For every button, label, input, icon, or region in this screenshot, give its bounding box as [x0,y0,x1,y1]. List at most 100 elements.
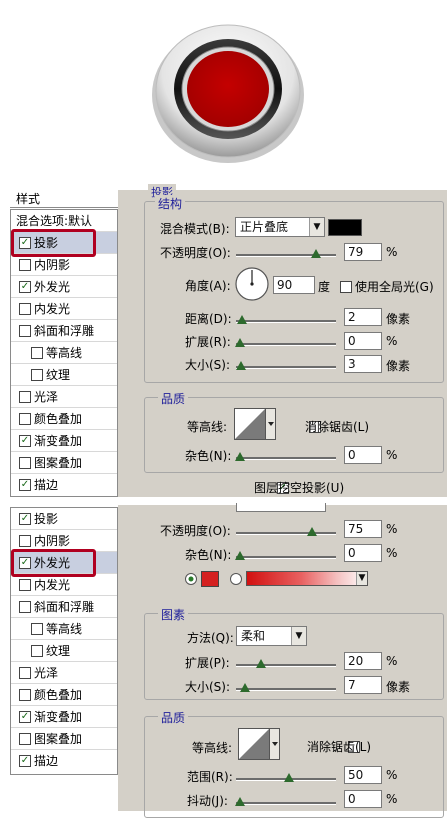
slider-knob[interactable] [235,452,245,461]
slider-knob[interactable] [235,797,245,806]
jitter-input[interactable]: 0 [344,790,382,808]
chevron-down-icon: ▼ [291,627,306,645]
size-slider[interactable] [236,361,336,371]
list-item-bevel-emboss[interactable]: 斜面和浮雕 [11,596,117,618]
checkbox-icon[interactable] [19,456,31,469]
checkbox-icon[interactable] [19,258,31,271]
spread-label: 扩展(R): [185,335,231,349]
glow-spread-input[interactable]: 20 [344,652,382,670]
list-item-color-overlay[interactable]: 颜色叠加 [11,408,117,430]
checkbox-icon[interactable] [31,346,43,359]
checkbox-icon[interactable] [19,600,31,613]
list-item-texture[interactable]: 纹理 [11,364,117,386]
slider-knob[interactable] [237,315,247,324]
antialias-label: 消除锯齿(L) [305,420,370,434]
list-item-gradient-overlay[interactable]: ✓ 渐变叠加 [11,706,117,728]
glow-size-slider[interactable] [236,683,336,693]
checkbox-icon[interactable] [19,302,31,315]
angle-dial-icon[interactable] [234,266,270,302]
shadow-color-swatch[interactable] [328,219,362,236]
list-item-texture[interactable]: 纹理 [11,640,117,662]
checkbox-icon[interactable] [19,688,31,701]
checkbox-icon[interactable] [19,412,31,425]
slider-knob[interactable] [311,249,321,258]
slider-knob[interactable] [307,527,317,536]
slider-knob[interactable] [256,659,266,668]
slider-knob[interactable] [240,683,250,692]
glow-size-input[interactable]: 7 [344,676,382,694]
checkbox-icon[interactable] [31,622,43,635]
blend-mode-select[interactable]: 正片叠底 ▼ [235,217,325,237]
list-item-stroke[interactable]: ✓ 描边 [11,474,117,496]
checkbox-icon[interactable] [19,390,31,403]
contour-preview-icon[interactable] [234,408,276,440]
checkbox-icon[interactable] [19,578,31,591]
list-item-satin[interactable]: 光泽 [11,386,117,408]
list-item-inner-glow[interactable]: 内发光 [11,298,117,320]
list-item-stroke[interactable]: ✓ 描边 [11,750,117,772]
list-item-contour[interactable]: 等高线 [11,342,117,364]
color-radio-selected-icon[interactable] [184,572,198,586]
checkbox-icon[interactable] [31,644,43,657]
glow-noise-slider[interactable] [235,551,336,561]
noise-slider[interactable] [235,452,336,462]
slider-knob[interactable] [235,551,245,560]
opacity-slider[interactable] [236,249,336,259]
list-item-label: 渐变叠加 [34,434,83,448]
glow-opacity-input[interactable]: 75 [344,520,382,538]
list-item-bevel-emboss[interactable]: 斜面和浮雕 [11,320,117,342]
checkbox-icon[interactable] [19,666,31,679]
slider-knob[interactable] [235,338,245,347]
global-light-checkbox[interactable] [340,280,352,293]
checkbox-checked-icon[interactable]: ✓ [19,280,31,293]
glow-gradient-picker[interactable]: ▼ [246,571,368,586]
list-item-drop-shadow[interactable]: ✓ 投影 [11,508,117,530]
method-select[interactable]: 柔和 ▼ [236,626,307,646]
list-item-pattern-overlay[interactable]: 图案叠加 [11,728,117,750]
checkbox-icon[interactable] [19,324,31,337]
opacity-input[interactable]: 79 [344,243,382,261]
checkbox-checked-icon[interactable]: ✓ [19,512,31,525]
list-item-label: 内发光 [34,302,71,316]
jitter-slider[interactable] [235,797,336,807]
glow-contour-preview-icon[interactable] [238,728,280,760]
distance-input[interactable]: 2 [344,308,382,326]
list-item-inner-shadow[interactable]: 内阴影 [11,254,117,276]
checkbox-checked-icon[interactable]: ✓ [19,710,31,723]
range-slider[interactable] [236,773,336,783]
list-item-label: 纹理 [46,644,71,658]
checkbox-icon[interactable] [31,368,43,381]
slider-knob[interactable] [236,361,246,370]
checkbox-icon[interactable] [19,534,31,547]
checkbox-checked-icon[interactable]: ✓ [19,434,31,447]
blend-mode-select-partial[interactable] [236,503,326,512]
list-item-satin[interactable]: 光泽 [11,662,117,684]
spread-slider[interactable] [235,338,336,348]
range-input[interactable]: 50 [344,766,382,784]
glow-spread-label: 扩展(P): [185,656,230,670]
list-item-outer-glow[interactable]: ✓ 外发光 [11,276,117,298]
size-input[interactable]: 3 [344,355,382,373]
list-item-color-overlay[interactable]: 颜色叠加 [11,684,117,706]
gradient-radio-icon[interactable] [229,572,243,586]
slider-knob[interactable] [284,773,294,782]
glow-noise-input[interactable]: 0 [344,544,382,562]
checkbox-checked-icon[interactable]: ✓ [19,754,31,767]
noise-input[interactable]: 0 [344,446,382,464]
list-item-inner-glow[interactable]: 内发光 [11,574,117,596]
glow-noise-label: 杂色(N): [185,548,232,562]
angle-input[interactable]: 90 [273,276,315,294]
checkbox-checked-icon[interactable]: ✓ [19,478,31,491]
distance-slider[interactable] [236,315,336,325]
list-item-label: 斜面和浮雕 [34,324,95,338]
checkbox-icon[interactable] [19,732,31,745]
glow-spread-slider[interactable] [236,659,336,669]
list-item-label: 内阴影 [34,258,71,272]
list-item-pattern-overlay[interactable]: 图案叠加 [11,452,117,474]
list-item-contour[interactable]: 等高线 [11,618,117,640]
spread-input[interactable]: 0 [344,332,382,350]
list-item-label: 描边 [34,754,59,768]
glow-color-swatch[interactable] [201,571,219,587]
glow-opacity-slider[interactable] [236,527,336,537]
list-item-gradient-overlay[interactable]: ✓ 渐变叠加 [11,430,117,452]
